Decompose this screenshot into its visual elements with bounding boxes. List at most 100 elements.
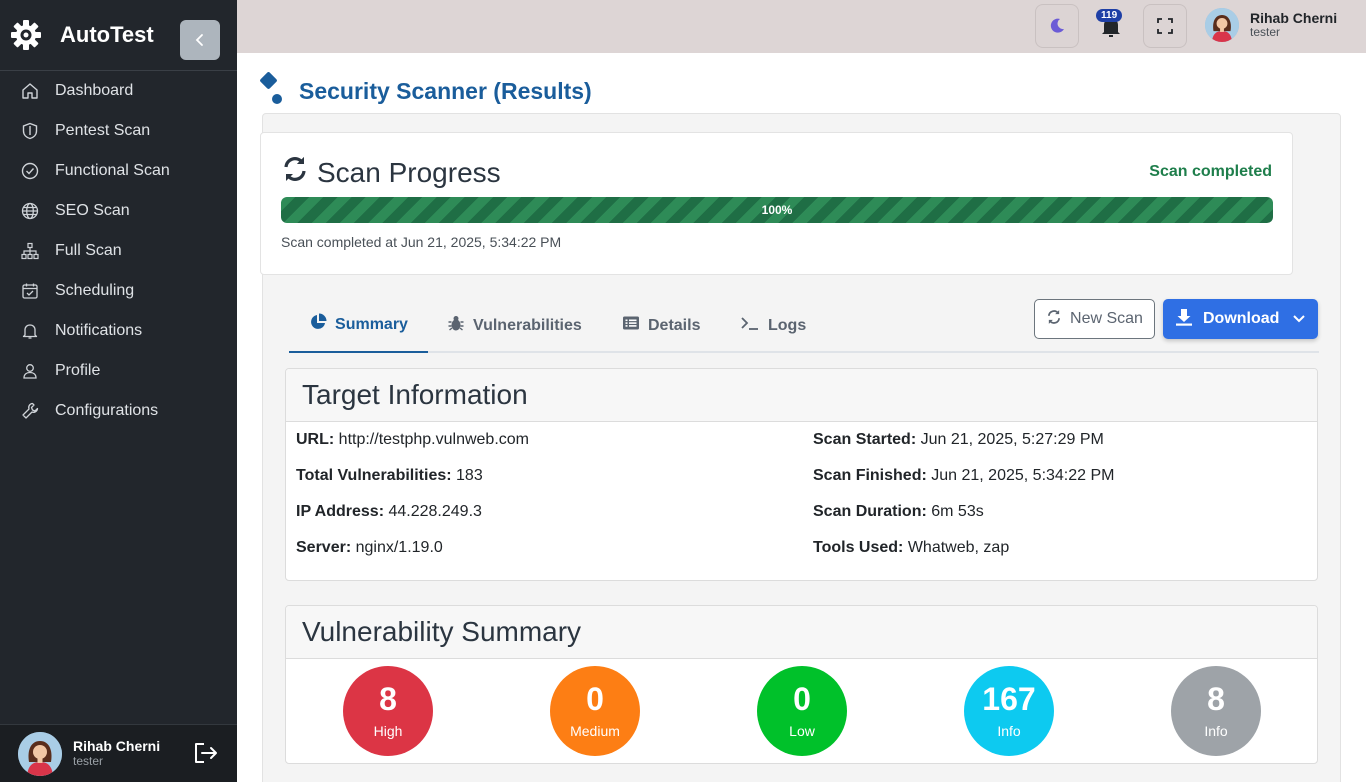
info-label: IP Address: — [296, 503, 385, 520]
sidebar-item-configurations[interactable]: Configurations — [0, 391, 237, 431]
severity-info-secondary-circle: 8 Info — [1171, 666, 1261, 756]
info-tools-used: Tools Used: Whatweb, zap — [813, 539, 1009, 557]
sync-icon — [1046, 309, 1062, 330]
severity-count: 167 — [982, 681, 1036, 717]
collapse-sidebar-button[interactable] — [180, 20, 220, 60]
shield-icon — [20, 121, 40, 141]
severity-medium-circle: 0 Medium — [550, 666, 640, 756]
scan-completed-time: Scan completed at Jun 21, 2025, 5:34:22 … — [281, 234, 562, 250]
main-content: Security Scanner (Results) Scan Progress… — [237, 53, 1366, 782]
severity-label: High — [373, 723, 403, 739]
scan-progress-title: Scan Progress — [281, 155, 501, 190]
severity-label: Low — [789, 723, 815, 739]
sidebar-item-full-scan[interactable]: Full Scan — [0, 231, 237, 271]
brand: AutoTest — [0, 0, 237, 71]
info-value: Whatweb, zap — [907, 539, 1010, 556]
avatar[interactable] — [18, 731, 62, 776]
chevron-down-icon[interactable] — [1292, 311, 1306, 330]
info-label: Total Vulnerabilities: — [296, 467, 452, 484]
info-ip-address: IP Address: 44.228.249.3 — [296, 503, 482, 521]
sidebar-item-label: Profile — [55, 362, 101, 379]
dark-mode-toggle[interactable] — [1035, 4, 1079, 48]
user-role: tester — [1250, 25, 1281, 40]
info-value: 6m 53s — [931, 503, 984, 520]
topbar-user[interactable]: Rihab Cherni tester — [1205, 8, 1337, 42]
sidebar-user-panel: Rihab Cherni tester — [0, 724, 237, 782]
calendar-check-icon — [20, 281, 40, 301]
moon-icon — [1050, 18, 1064, 33]
severity-label: Medium — [570, 723, 620, 739]
target-information-title: Target Information — [286, 369, 1317, 422]
info-scan-started: Scan Started: Jun 21, 2025, 5:27:29 PM — [813, 431, 1104, 449]
info-value: Jun 21, 2025, 5:34:22 PM — [931, 467, 1115, 484]
severity-label: Info — [997, 723, 1021, 739]
severity-count: 8 — [379, 681, 397, 717]
tab-vulnerabilities[interactable]: Vulnerabilities — [447, 298, 582, 353]
info-server: Server: nginx/1.19.0 — [296, 539, 443, 557]
user-icon — [20, 361, 40, 381]
sidebar-item-label: Pentest Scan — [55, 122, 151, 139]
info-url: URL: http://testphp.vulnweb.com — [296, 431, 529, 449]
sidebar-item-label: Scheduling — [55, 282, 135, 299]
info-label: Scan Duration: — [813, 503, 927, 520]
chevron-left-icon — [195, 34, 203, 46]
info-value: 183 — [456, 467, 483, 484]
tab-logs[interactable]: Logs — [740, 298, 806, 353]
info-value: nginx/1.19.0 — [355, 539, 443, 556]
info-label: Tools Used: — [813, 539, 904, 556]
info-label: Scan Started: — [813, 431, 917, 448]
info-total-vulnerabilities: Total Vulnerabilities: 183 — [296, 467, 483, 485]
sidebar-item-seo-scan[interactable]: SEO Scan — [0, 191, 237, 231]
sidebar-item-scheduling[interactable]: Scheduling — [0, 271, 237, 311]
user-name: Rihab Cherni — [73, 738, 161, 755]
new-scan-button[interactable]: New Scan — [1034, 299, 1155, 339]
tab-details[interactable]: Details — [622, 298, 700, 353]
info-value: 44.228.249.3 — [388, 503, 482, 520]
sidebar-item-label: Dashboard — [55, 82, 134, 99]
sidebar-item-profile[interactable]: Profile — [0, 351, 237, 391]
logout-icon[interactable] — [193, 741, 219, 770]
tab-summary[interactable]: Summary — [289, 298, 428, 353]
user-role: tester — [73, 753, 104, 768]
sidebar-item-label: Configurations — [55, 402, 159, 419]
progress-percent-label: 100% — [761, 203, 793, 217]
top-bar: 119 Rihab Cherni tester — [237, 0, 1366, 53]
sidebar-item-label: Full Scan — [55, 242, 122, 259]
info-label: URL: — [296, 431, 335, 448]
sidebar: AutoTest Dashboard Pentest Scan Function… — [0, 0, 237, 782]
download-label: Download — [1203, 310, 1280, 327]
expand-icon — [1157, 18, 1173, 34]
target-information-card: Target Information URL: http://testphp.v… — [285, 368, 1318, 581]
sidebar-item-notifications[interactable]: Notifications — [0, 311, 237, 351]
page-header: Security Scanner (Results) — [259, 71, 592, 112]
severity-count: 0 — [586, 681, 604, 717]
page-title: Security Scanner (Results) — [299, 78, 592, 104]
app-name: AutoTest — [60, 22, 154, 47]
fullscreen-button[interactable] — [1143, 4, 1187, 48]
scan-progress-bar: 100% — [281, 197, 1273, 223]
tab-label: Vulnerabilities — [473, 316, 582, 334]
tab-label: Logs — [768, 316, 807, 334]
info-scan-finished: Scan Finished: Jun 21, 2025, 5:34:22 PM — [813, 467, 1115, 485]
gear-icon — [10, 19, 42, 51]
sidebar-item-pentest-scan[interactable]: Pentest Scan — [0, 111, 237, 151]
info-label: Server: — [296, 539, 352, 556]
sitemap-icon — [20, 241, 40, 261]
severity-high-circle: 8 High — [343, 666, 433, 756]
avatar — [1205, 8, 1239, 42]
bell-icon — [20, 321, 40, 341]
wrench-icon — [20, 401, 40, 421]
severity-info-circle: 167 Info — [964, 666, 1054, 756]
sidebar-item-functional-scan[interactable]: Functional Scan — [0, 151, 237, 191]
sidebar-nav: Dashboard Pentest Scan Functional Scan S… — [0, 71, 237, 431]
list-alt-icon — [622, 315, 640, 336]
info-value: Jun 21, 2025, 5:27:29 PM — [920, 431, 1104, 448]
vulnerability-summary-card: Vulnerability Summary 8 High 0 Medium 0 … — [285, 605, 1318, 764]
sidebar-item-label: Notifications — [55, 322, 143, 339]
download-button[interactable]: Download — [1163, 299, 1318, 339]
sidebar-item-dashboard[interactable]: Dashboard — [0, 71, 237, 111]
sync-icon — [281, 155, 309, 190]
tab-label: Details — [648, 316, 701, 334]
info-label: Scan Finished: — [813, 467, 927, 484]
vulnerability-summary-title: Vulnerability Summary — [286, 606, 1317, 659]
